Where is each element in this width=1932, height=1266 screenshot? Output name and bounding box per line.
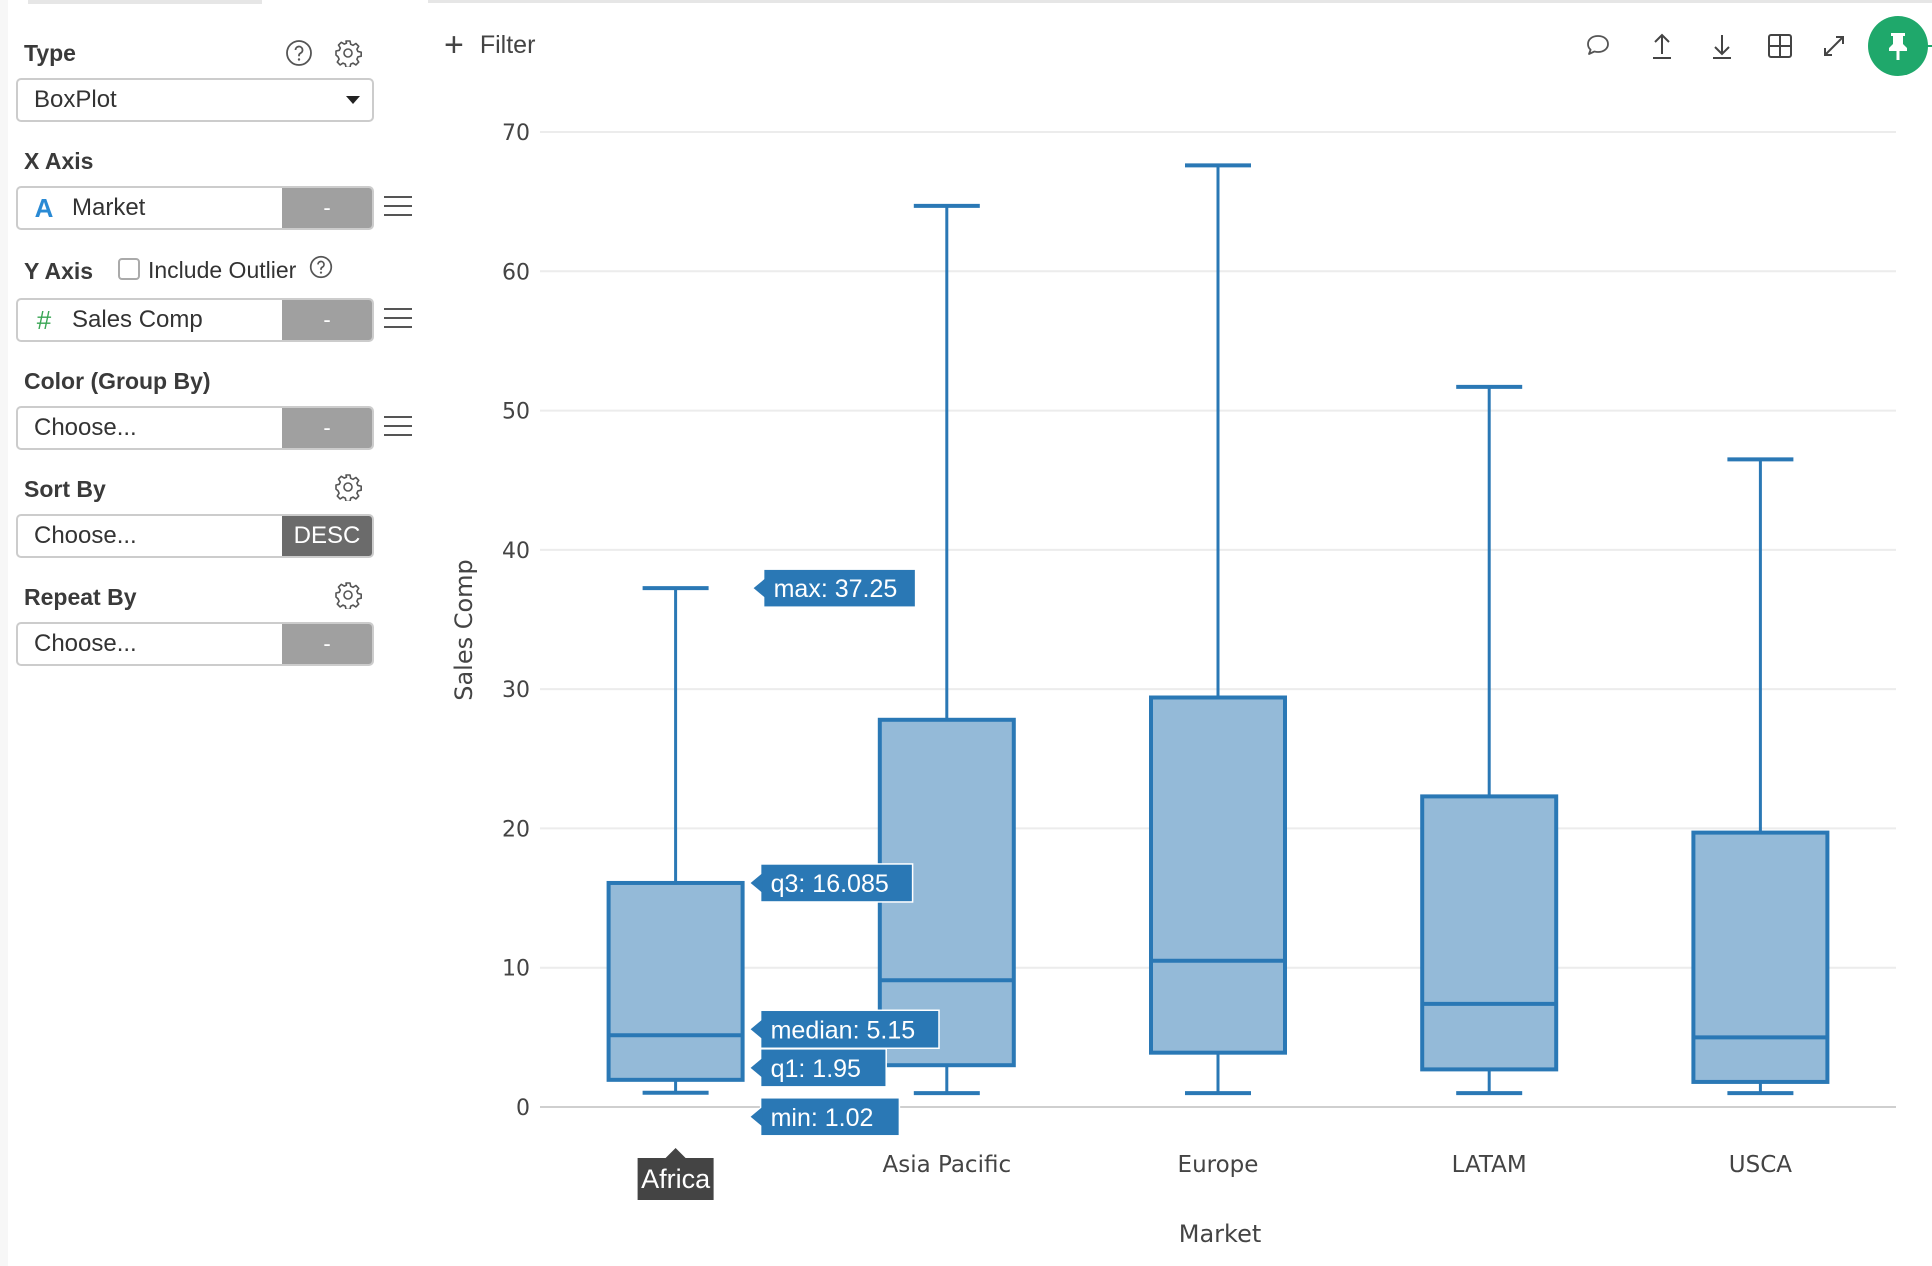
comment-icon[interactable] <box>1580 28 1616 64</box>
box-latam[interactable] <box>1420 384 1559 1096</box>
color-group-remove-button[interactable]: - <box>282 408 372 448</box>
color-group-menu-icon[interactable] <box>384 416 412 440</box>
sort-by-field[interactable]: Choose... DESC <box>16 514 374 558</box>
repeat-by-remove-button[interactable]: - <box>282 624 372 664</box>
iqr-box <box>606 880 745 1082</box>
tooltip-q1: q1: 1.95 <box>750 1048 887 1088</box>
download-icon[interactable] <box>1704 28 1740 64</box>
upload-icon[interactable] <box>1644 28 1680 64</box>
chart-config-sidebar: Type BoxPlot X Axis A Market - Y Axis In… <box>0 0 420 1266</box>
y-tick-label: 30 <box>502 678 530 703</box>
include-outlier-checkbox[interactable] <box>118 258 140 280</box>
color-group-value: Choose... <box>34 414 137 441</box>
help-icon[interactable] <box>284 38 314 68</box>
tooltip-box <box>759 1097 901 1137</box>
x-axis-menu-icon[interactable] <box>384 196 412 220</box>
y-tick-labels: 0 10 20 30 40 50 60 70 <box>502 121 530 1121</box>
grid-icon[interactable] <box>1762 28 1798 64</box>
filter-label: Filter <box>479 30 536 59</box>
repeat-by-value: Choose... <box>34 630 137 657</box>
x-tick-labels: Asia Pacific Europe LATAM USCA <box>882 1152 1792 1178</box>
x-axis-remove-button[interactable]: - <box>282 188 372 228</box>
x-tick-label: LATAM <box>1452 1152 1527 1178</box>
chart-top-border <box>428 0 1932 3</box>
tooltip-arrow <box>753 578 766 599</box>
y-axis-field[interactable]: # Sales Comp - <box>16 298 374 342</box>
include-outlier-label: Include Outlier <box>148 257 297 283</box>
tooltip-arrow <box>750 1057 763 1078</box>
y-tick-label: 70 <box>502 121 530 146</box>
pin-button[interactable] <box>1868 16 1928 76</box>
tooltip-arrow <box>750 1019 763 1040</box>
y-tick-label: 50 <box>502 400 530 425</box>
tooltip-text: q1: 1.95 <box>771 1055 861 1083</box>
x-axis-value: Market <box>72 194 146 221</box>
y-tick-label: 0 <box>516 1096 530 1121</box>
tooltip-arrow <box>750 872 763 893</box>
pin-icon <box>1889 33 1907 60</box>
tooltip-text: q3: 16.085 <box>771 870 889 898</box>
box-africa[interactable] <box>606 586 745 1095</box>
pin-connector <box>1926 45 1932 47</box>
x-axis-field[interactable]: A Market - <box>16 186 374 230</box>
tooltip-max: max: 37.25 <box>753 568 917 608</box>
chevron-down-icon <box>346 96 360 104</box>
tooltip-box <box>762 568 917 608</box>
type-label: Type <box>24 40 76 66</box>
gear-icon[interactable] <box>333 38 363 68</box>
box-usca[interactable] <box>1691 457 1830 1096</box>
y-tick-label: 60 <box>502 260 530 285</box>
text-type-icon: A <box>34 192 54 223</box>
y-axis-label: Y Axis <box>24 258 94 284</box>
hover-label-arrow <box>665 1148 686 1158</box>
x-tick-label: Europe <box>1178 1152 1259 1178</box>
color-group-label: Color (Group By) <box>24 368 211 394</box>
outlier-help-icon[interactable] <box>308 254 334 280</box>
color-group-field[interactable]: Choose... - <box>16 406 374 450</box>
expand-icon[interactable] <box>1816 28 1852 64</box>
number-type-icon: # <box>36 304 52 335</box>
iqr-box <box>1149 695 1287 1055</box>
y-axis-value: Sales Comp <box>72 306 203 333</box>
box-europe[interactable] <box>1149 163 1287 1096</box>
add-filter-button[interactable]: + Filter <box>444 28 535 62</box>
tooltip-box <box>759 1048 887 1088</box>
x-tick-label: USCA <box>1729 1152 1792 1178</box>
y-axis-menu-icon[interactable] <box>384 308 412 332</box>
iqr-box <box>1691 830 1830 1084</box>
hover-label-box <box>637 1158 714 1200</box>
sort-by-value: Choose... <box>34 522 137 549</box>
tooltip-text: max: 37.25 <box>774 575 898 603</box>
repeat-gear-icon[interactable] <box>333 580 363 610</box>
y-axis-title: Sales Comp <box>450 559 478 701</box>
tooltip-min: min: 1.02 <box>750 1097 901 1137</box>
x-axis-label: X Axis <box>24 148 94 174</box>
tooltip-text: min: 1.02 <box>771 1104 874 1132</box>
boxes <box>606 163 1830 1096</box>
hover-x-label: Africa <box>637 1148 714 1200</box>
sort-order-button[interactable]: DESC <box>282 516 372 556</box>
x-tick-label-hovered: Africa <box>641 1164 711 1194</box>
repeat-by-field[interactable]: Choose... - <box>16 622 374 666</box>
y-tick-label: 10 <box>502 957 530 982</box>
y-tick-label: 40 <box>502 539 530 564</box>
sort-gear-icon[interactable] <box>333 472 363 502</box>
iqr-box <box>877 717 1016 1068</box>
sort-by-label: Sort By <box>24 476 106 502</box>
box-asia-pacific[interactable] <box>877 203 1016 1096</box>
x-tick-label: Asia Pacific <box>882 1152 1011 1178</box>
tooltip-arrow <box>750 1106 763 1127</box>
y-tick-label: 20 <box>502 817 530 842</box>
y-axis-remove-button[interactable]: - <box>282 300 372 340</box>
plus-icon: + <box>444 26 464 64</box>
iqr-box <box>1420 794 1559 1072</box>
chart-type-select[interactable]: BoxPlot <box>16 78 374 122</box>
chart-type-value: BoxPlot <box>34 86 117 113</box>
x-axis-title: Market <box>1179 1220 1262 1248</box>
repeat-by-label: Repeat By <box>24 584 137 610</box>
